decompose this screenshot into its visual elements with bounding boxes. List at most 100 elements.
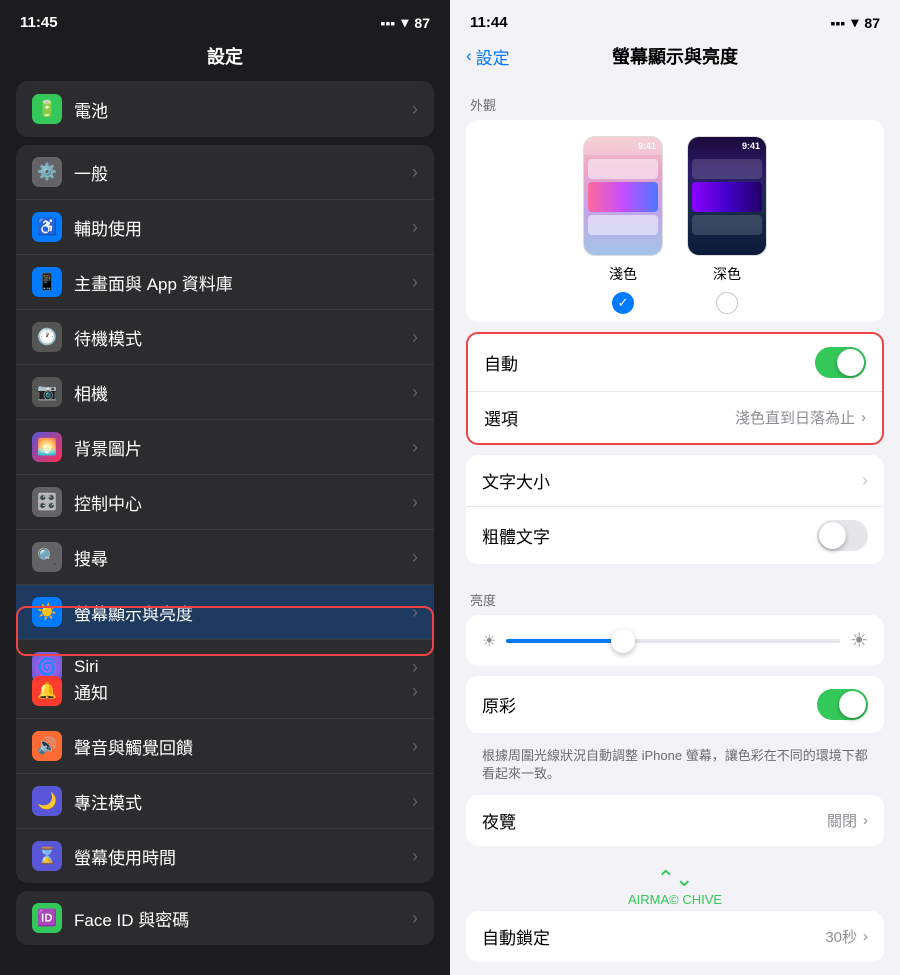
watermark-area: ⌃⌄ AIRMA© CHIVE [466, 856, 884, 911]
settings-row-wallpaper[interactable]: 🌅 背景圖片 › [16, 420, 434, 475]
text-size-chevron: › [862, 470, 868, 491]
settings-group-3: 🆔 Face ID 與密碼 › [16, 891, 434, 945]
controlcenter-label: 控制中心 [74, 490, 142, 515]
options-value: 淺色直到日落為止 › [735, 407, 866, 428]
settings-row-screentime[interactable]: ⌛ 螢幕使用時間 › [16, 829, 434, 883]
screentime-label: 螢幕使用時間 [74, 844, 176, 869]
nightshift-chevron: › [863, 812, 868, 829]
autolock-row[interactable]: 自動鎖定 30秒 › [466, 911, 884, 962]
truetone-card: 原彩 [466, 676, 884, 733]
battery-row[interactable]: 🔋 電池 › [16, 81, 434, 137]
brightness-section-label: 亮度 [466, 574, 884, 615]
settings-row-sounds[interactable]: 🔊 聲音與觸覺回饋 › [16, 719, 434, 774]
text-size-row[interactable]: 文字大小 › [466, 455, 884, 507]
right-status-icons: ▪▪▪ ▾ 87 [831, 14, 881, 31]
battery-label: 電池 [74, 97, 108, 122]
right-time: 11:44 [470, 14, 508, 31]
settings-group-1: ⚙️ 一般 › ♿ 輔助使用 › 📱 主畫面與 App 資料庫 › [16, 145, 434, 694]
truetone-description: 根據周圍光線狀況自動調整 iPhone 螢幕，讓色彩在不同的環境下都看起來一致。 [466, 743, 884, 795]
right-nav-bar: ‹ 設定 螢幕顯示與亮度 [450, 39, 900, 79]
left-time: 11:45 [20, 14, 58, 31]
wallpaper-icon: 🌅 [32, 432, 62, 462]
wifi-icon: ▾ [401, 14, 408, 31]
standby-label: 待機模式 [74, 325, 142, 350]
notifications-label: 通知 [74, 679, 108, 704]
truetone-toggle[interactable] [817, 689, 868, 720]
dark-mode-preview: 9:41 [687, 136, 767, 256]
settings-row-faceid[interactable]: 🆔 Face ID 與密碼 › [16, 891, 434, 945]
left-battery: 87 [414, 15, 430, 31]
settings-row-standby[interactable]: 🕐 待機模式 › [16, 310, 434, 365]
notifications-icon: 🔔 [32, 676, 62, 706]
display-label: 螢幕顯示與亮度 [74, 600, 193, 625]
nightshift-row[interactable]: 夜覽 關閉 › [466, 795, 884, 846]
wallpaper-label: 背景圖片 [74, 435, 142, 460]
right-page-title: 螢幕顯示與亮度 [612, 43, 738, 69]
sounds-label: 聲音與觸覺回饋 [74, 734, 193, 759]
accessibility-label: 輔助使用 [74, 215, 142, 240]
focus-icon: 🌙 [32, 786, 62, 816]
settings-row-display[interactable]: ☀️ 螢幕顯示與亮度 › [16, 585, 434, 640]
brightness-high-icon: ☀ [850, 628, 868, 653]
settings-row-controlcenter[interactable]: 🎛️ 控制中心 › [16, 475, 434, 530]
nightshift-card: 夜覽 關閉 › [466, 795, 884, 846]
general-icon: ⚙️ [32, 157, 62, 187]
light-phone-statusbar: 9:41 [584, 137, 662, 155]
back-button[interactable]: ‹ 設定 [466, 44, 510, 69]
bold-toggle[interactable] [817, 520, 868, 551]
appearance-section-label: 外觀 [466, 79, 884, 120]
auto-row[interactable]: 自動 [468, 334, 882, 392]
settings-row-homescreen[interactable]: 📱 主畫面與 App 資料庫 › [16, 255, 434, 310]
auto-toggle[interactable] [815, 347, 866, 378]
siri-label: Siri [74, 657, 99, 677]
settings-row-accessibility[interactable]: ♿ 輔助使用 › [16, 200, 434, 255]
dark-mode-label: 深色 [713, 264, 741, 284]
autolock-label: 自動鎖定 [482, 924, 550, 949]
right-content-wrapper: 外觀 9:41 淺色 [450, 79, 900, 975]
settings-row-search[interactable]: 🔍 搜尋 › [16, 530, 434, 585]
nightshift-label: 夜覽 [482, 808, 516, 833]
options-label: 選項 [484, 405, 518, 430]
homescreen-icon: 📱 [32, 267, 62, 297]
accessibility-icon: ♿ [32, 212, 62, 242]
sounds-icon: 🔊 [32, 731, 62, 761]
left-page-title: 設定 [0, 39, 450, 81]
brightness-track[interactable] [506, 639, 840, 643]
auto-label: 自動 [484, 350, 518, 375]
dark-phone-content [688, 155, 766, 242]
general-label: 一般 [74, 160, 108, 185]
autolock-chevron: › [863, 928, 868, 945]
right-signal-icon: ▪▪▪ [831, 15, 846, 31]
brightness-row: ☀ ☀ [466, 615, 884, 666]
settings-group-2: 🔔 通知 › 🔊 聲音與觸覺回饋 › 🌙 專注模式 › [16, 664, 434, 883]
brightness-fill [506, 639, 623, 643]
auto-section-card: 自動 選項 淺色直到日落為止 › [466, 332, 884, 445]
right-battery: 87 [864, 15, 880, 31]
dark-mode-option[interactable]: 9:41 深色 [687, 136, 767, 314]
right-content: 外觀 9:41 淺色 [450, 79, 900, 972]
right-wifi-icon: ▾ [851, 14, 858, 31]
settings-row-general[interactable]: ⚙️ 一般 › [16, 145, 434, 200]
brightness-low-icon: ☀ [482, 631, 496, 651]
left-status-icons: ▪▪▪ ▾ 87 [381, 14, 431, 31]
camera-label: 相機 [74, 380, 108, 405]
faceid-icon: 🆔 [32, 903, 62, 933]
truetone-row[interactable]: 原彩 [466, 676, 884, 733]
settings-row-focus[interactable]: 🌙 專注模式 › [16, 774, 434, 829]
light-mode-option[interactable]: 9:41 淺色 [583, 136, 663, 314]
light-mode-label: 淺色 [609, 264, 637, 284]
homescreen-label: 主畫面與 App 資料庫 [74, 270, 233, 295]
search-icon: 🔍 [32, 542, 62, 572]
battery-icon: 🔋 [32, 94, 62, 124]
bold-text-row[interactable]: 粗體文字 [466, 507, 884, 564]
options-row[interactable]: 選項 淺色直到日落為止 › [468, 392, 882, 443]
settings-row-camera[interactable]: 📷 相機 › [16, 365, 434, 420]
right-status-bar: 11:44 ▪▪▪ ▾ 87 [450, 0, 900, 39]
options-chevron: › [861, 409, 866, 426]
light-mode-radio[interactable] [612, 292, 634, 314]
dark-phone-statusbar: 9:41 [688, 137, 766, 155]
camera-icon: 📷 [32, 377, 62, 407]
text-size-label: 文字大小 [482, 468, 550, 493]
brightness-thumb[interactable] [611, 629, 635, 653]
dark-mode-radio[interactable] [716, 292, 738, 314]
